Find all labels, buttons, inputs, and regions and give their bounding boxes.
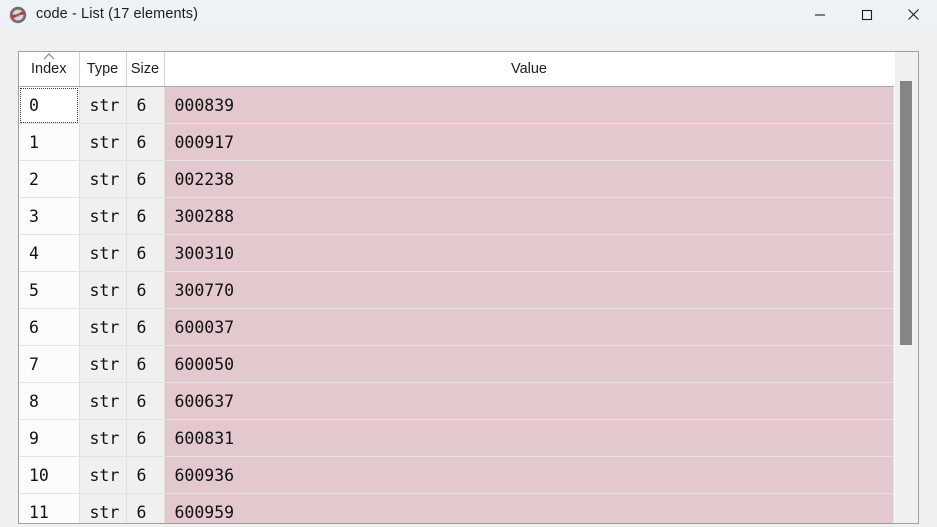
cell-size[interactable]: 6 [126,494,164,524]
column-header-size-label: Size [131,61,159,77]
maximize-icon [860,8,874,22]
column-header-value[interactable]: Value [164,52,894,87]
cell-type[interactable]: str [79,87,126,124]
cell-value[interactable]: 300310 [164,235,894,272]
cell-size[interactable]: 6 [126,420,164,457]
minimize-icon [813,8,827,22]
table-row[interactable]: 7str6600050 [19,346,894,383]
cell-type[interactable]: str [79,272,126,309]
cell-type[interactable]: str [79,124,126,161]
cell-index[interactable]: 9 [19,420,79,457]
cell-type[interactable]: str [79,161,126,198]
collection-editor-table-frame: Index Type Size Value [18,51,919,524]
cell-value[interactable]: 600936 [164,457,894,494]
cell-size[interactable]: 6 [126,161,164,198]
cell-index[interactable]: 6 [19,309,79,346]
cell-index[interactable]: 2 [19,161,79,198]
cell-size[interactable]: 6 [126,346,164,383]
cell-type[interactable]: str [79,346,126,383]
cell-value[interactable]: 002238 [164,161,894,198]
cell-type[interactable]: str [79,309,126,346]
table-row[interactable]: 11str6600959 [19,494,894,524]
cell-type[interactable]: str [79,420,126,457]
cell-size[interactable]: 6 [126,235,164,272]
table-row[interactable]: 6str6600037 [19,309,894,346]
table-row[interactable]: 5str6300770 [19,272,894,309]
table-body: 0str60008391str60009172str60022383str630… [19,87,894,524]
table-scroll-area[interactable]: Index Type Size Value [19,52,894,523]
cell-type[interactable]: str [79,457,126,494]
cell-value[interactable]: 600050 [164,346,894,383]
column-header-type-label: Type [87,61,118,77]
table-row[interactable]: 4str6300310 [19,235,894,272]
table-row[interactable]: 1str6000917 [19,124,894,161]
caret-up-icon [42,53,55,60]
cell-value[interactable]: 600959 [164,494,894,524]
cell-index[interactable]: 7 [19,346,79,383]
cell-size[interactable]: 6 [126,457,164,494]
cell-value[interactable]: 600831 [164,420,894,457]
column-header-index[interactable]: Index [19,52,79,87]
vertical-scrollbar-thumb[interactable] [900,81,912,345]
cell-size[interactable]: 6 [126,124,164,161]
maximize-button[interactable] [843,0,890,29]
column-header-type[interactable]: Type [79,52,126,87]
column-header-value-label: Value [511,61,547,77]
cell-index[interactable]: 4 [19,235,79,272]
cell-type[interactable]: str [79,235,126,272]
minimize-button[interactable] [796,0,843,29]
vertical-scrollbar[interactable] [894,52,918,523]
cell-size[interactable]: 6 [126,272,164,309]
table-row[interactable]: 8str6600637 [19,383,894,420]
cell-size[interactable]: 6 [126,383,164,420]
column-header-index-label: Index [31,61,66,77]
cell-value[interactable]: 000839 [164,87,894,124]
cell-index[interactable]: 11 [19,494,79,524]
cell-value[interactable]: 300770 [164,272,894,309]
cell-value[interactable]: 000917 [164,124,894,161]
cell-type[interactable]: str [79,198,126,235]
cell-index[interactable]: 10 [19,457,79,494]
cell-size[interactable]: 6 [126,198,164,235]
cell-index[interactable]: 1 [19,124,79,161]
table-header-row: Index Type Size Value [19,52,894,87]
window-content: Index Type Size Value [0,29,937,527]
cell-index[interactable]: 3 [19,198,79,235]
collection-editor-table: Index Type Size Value [19,52,894,523]
window-title: code - List (17 elements) [36,0,198,29]
column-header-size[interactable]: Size [126,52,164,87]
cell-index[interactable]: 8 [19,383,79,420]
spyder-logo-icon [9,6,27,24]
cell-index[interactable]: 5 [19,272,79,309]
close-button[interactable] [890,0,937,29]
cell-value[interactable]: 300288 [164,198,894,235]
title-bar-left: code - List (17 elements) [0,0,796,29]
table-row[interactable]: 10str6600936 [19,457,894,494]
table-row[interactable]: 9str6600831 [19,420,894,457]
table-row[interactable]: 3str6300288 [19,198,894,235]
cell-value[interactable]: 600037 [164,309,894,346]
close-icon [906,7,921,22]
cell-index[interactable]: 0 [19,87,79,124]
table-row[interactable]: 2str6002238 [19,161,894,198]
cell-type[interactable]: str [79,494,126,524]
cell-value[interactable]: 600637 [164,383,894,420]
list-viewer-window: code - List (17 elements) [0,0,937,527]
cell-size[interactable]: 6 [126,309,164,346]
title-bar: code - List (17 elements) [0,0,937,29]
cell-type[interactable]: str [79,383,126,420]
cell-size[interactable]: 6 [126,87,164,124]
window-controls [796,0,937,29]
table-row[interactable]: 0str6000839 [19,87,894,124]
